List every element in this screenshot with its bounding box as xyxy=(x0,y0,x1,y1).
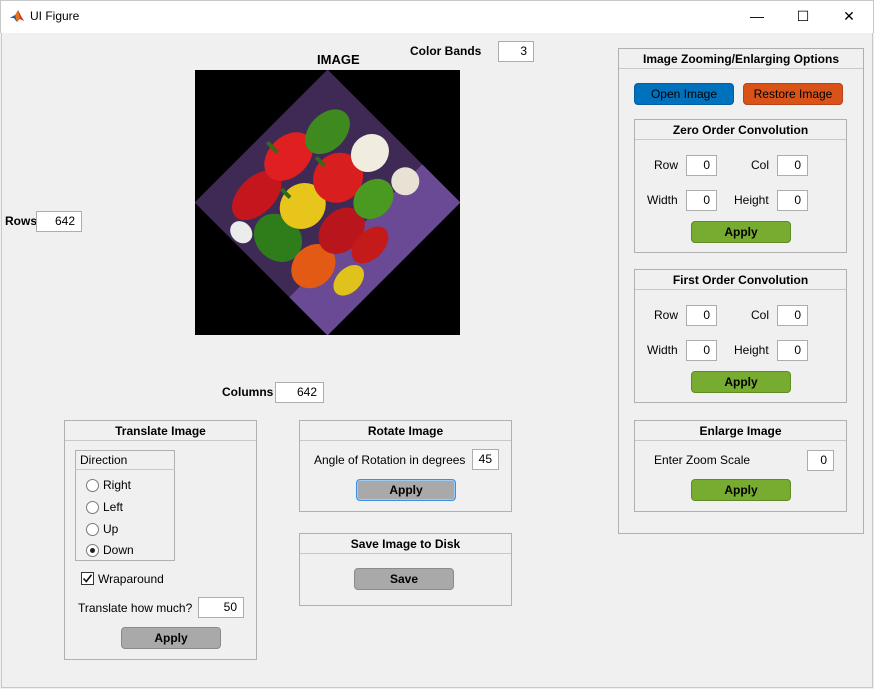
color-bands-label: Color Bands xyxy=(410,44,482,58)
rotation-angle-field[interactable]: 45 xyxy=(472,449,499,470)
rows-field[interactable]: 642 xyxy=(36,211,82,232)
columns-field[interactable]: 642 xyxy=(275,382,324,403)
checkmark-icon xyxy=(82,574,93,583)
radio-left[interactable] xyxy=(86,501,99,514)
zoom-scale-label: Enter Zoom Scale xyxy=(654,453,751,467)
matlab-app-icon xyxy=(9,8,25,24)
radio-down[interactable] xyxy=(86,544,99,557)
translate-amount-field[interactable]: 50 xyxy=(198,597,244,618)
image-axes xyxy=(195,70,460,335)
first-width-label: Width xyxy=(647,343,678,357)
translate-amount-label: Translate how much? xyxy=(78,601,193,615)
zero-row-field[interactable]: 0 xyxy=(686,155,717,176)
zero-col-label: Col xyxy=(751,158,770,172)
radio-up-label[interactable]: Up xyxy=(103,522,118,536)
first-row-label: Row xyxy=(654,308,679,322)
minimize-icon[interactable]: — xyxy=(734,0,780,32)
enlarge-title: Enlarge Image xyxy=(635,421,846,441)
zoom-scale-field[interactable]: 0 xyxy=(807,450,834,471)
zoom-options-title: Image Zooming/Enlarging Options xyxy=(619,49,863,69)
zero-row-label: Row xyxy=(654,158,679,172)
rotate-panel-title: Rotate Image xyxy=(300,421,511,441)
wraparound-label[interactable]: Wraparound xyxy=(98,572,164,586)
save-button[interactable]: Save xyxy=(354,568,454,590)
rotate-apply-button[interactable]: Apply xyxy=(356,479,456,501)
radio-left-label[interactable]: Left xyxy=(103,500,123,514)
zero-width-field[interactable]: 0 xyxy=(686,190,717,211)
restore-image-button[interactable]: Restore Image xyxy=(743,83,843,105)
first-order-title: First Order Convolution xyxy=(635,270,846,290)
zero-height-label: Height xyxy=(734,193,769,207)
window-title: UI Figure xyxy=(30,9,80,23)
color-bands-field[interactable]: 3 xyxy=(498,41,534,62)
direction-title: Direction xyxy=(80,453,128,467)
translate-apply-button[interactable]: Apply xyxy=(121,627,221,649)
close-icon[interactable]: ✕ xyxy=(826,0,872,32)
first-apply-button[interactable]: Apply xyxy=(691,371,791,393)
radio-down-label[interactable]: Down xyxy=(103,543,134,557)
first-height-field[interactable]: 0 xyxy=(777,340,808,361)
radio-selected-dot xyxy=(90,548,95,553)
zero-apply-button[interactable]: Apply xyxy=(691,221,791,243)
image-title: IMAGE xyxy=(317,52,360,67)
wraparound-checkbox[interactable] xyxy=(81,572,94,585)
zero-width-label: Width xyxy=(647,193,678,207)
rotation-angle-label: Angle of Rotation in degrees xyxy=(314,453,466,467)
radio-right-label[interactable]: Right xyxy=(103,478,131,492)
save-panel-title: Save Image to Disk xyxy=(300,534,511,554)
first-row-field[interactable]: 0 xyxy=(686,305,717,326)
first-col-label: Col xyxy=(751,308,770,322)
first-width-field[interactable]: 0 xyxy=(686,340,717,361)
rows-label: Rows xyxy=(5,214,38,228)
zero-col-field[interactable]: 0 xyxy=(777,155,808,176)
zero-height-field[interactable]: 0 xyxy=(777,190,808,211)
open-image-button[interactable]: Open Image xyxy=(634,83,734,105)
first-height-label: Height xyxy=(734,343,769,357)
enlarge-apply-button[interactable]: Apply xyxy=(691,479,791,501)
zero-order-title: Zero Order Convolution xyxy=(635,120,846,140)
peppers-image xyxy=(195,70,460,335)
columns-label: Columns xyxy=(222,385,274,399)
translate-panel-title: Translate Image xyxy=(65,421,256,441)
radio-up[interactable] xyxy=(86,523,99,536)
radio-right[interactable] xyxy=(86,479,99,492)
maximize-icon[interactable]: ☐ xyxy=(780,0,826,32)
first-col-field[interactable]: 0 xyxy=(777,305,808,326)
